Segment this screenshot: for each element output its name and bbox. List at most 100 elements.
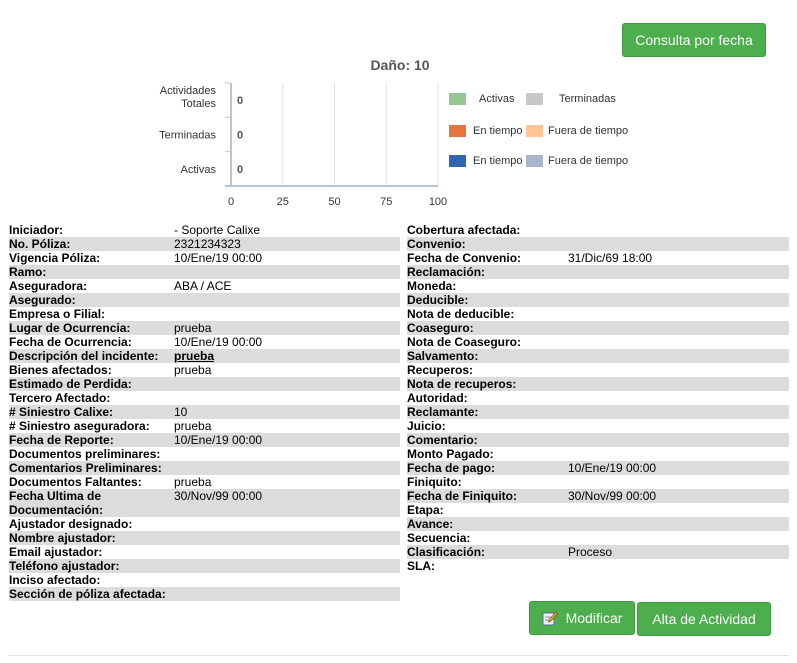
detail-row: Tercero Afectado: [9,391,400,405]
legend-item: Terminadas [526,93,616,105]
field-value: Proceso [568,545,613,559]
detail-row: Clasificación: Proceso [407,545,789,559]
consulta-por-fecha-button[interactable]: Consulta por fecha [622,23,766,57]
field-label: Coaseguro: [407,321,474,335]
detail-row: Iniciador: - Soporte Calixe [9,223,400,237]
field-label: No. Póliza: [9,237,71,251]
field-value: 30/Nov/99 00:00 [568,489,657,503]
field-label: Autoridad: [407,391,468,405]
detail-row: Nota de Coaseguro: [407,335,789,349]
detail-row: Fecha Ultima de Documentación: 30/Nov/99 … [9,489,400,517]
detail-row: Moneda: [407,279,789,293]
field-label: # Siniestro aseguradora: [9,419,150,433]
detail-row: Deducible: [407,293,789,307]
detail-row: Reclamante: [407,405,789,419]
detail-row: Comentario: [407,433,789,447]
field-label: Deducible: [407,293,469,307]
legend-label: Fuera de tiempo [548,155,629,167]
x-tick-label: 25 [277,196,289,208]
field-label: Avance: [407,517,454,531]
chart-title: Daño: 10 [370,57,430,73]
legend-label: En tiempo [473,155,523,167]
detail-row: Etapa: [407,503,789,517]
field-label: Email ajustador: [9,545,103,559]
field-label: Aseguradora: [9,279,88,293]
detail-row: Empresa o Filial: [9,307,400,321]
edit-icon [542,611,558,626]
legend-swatch [526,155,543,167]
detail-row: Teléfono ajustador: [9,559,400,573]
category-label: Actividades [160,85,217,97]
legend-item: En tiempo [449,125,523,137]
field-label: Bienes afectados: [9,363,112,377]
field-label: Juicio: [407,419,446,433]
field-label: Nombre ajustador: [9,531,116,545]
field-label: Finiquito: [407,475,462,489]
detail-row: Convenio: [407,237,789,251]
field-label: Estimado de Perdida: [9,377,132,391]
field-label: Fecha de Finiquito: [407,489,517,503]
detail-row: Cobertura afectada: [407,223,789,237]
x-tick-label: 75 [380,196,392,208]
data-label: 0 [237,164,243,176]
modificar-button[interactable]: Modificar [529,601,635,635]
field-label: Ajustador designado: [9,517,133,531]
legend-item: Activas [449,93,514,105]
field-label: Monto Pagado: [407,447,494,461]
field-label: Etapa: [407,503,444,517]
data-label: 0 [237,95,243,107]
detail-row: Comentarios Preliminares: [9,461,400,475]
detail-row: Lugar de Ocurrencia: prueba [9,321,400,335]
field-value: prueba [174,475,212,489]
legend-swatch [449,125,466,137]
detail-row: Sección de póliza afectada: [9,587,400,601]
legend-item: En tiempo [449,155,523,167]
detail-row: Email ajustador: [9,545,400,559]
field-label: Documentos preliminares: [9,447,161,461]
detail-row: Documentos preliminares: [9,447,400,461]
field-label: Fecha de Reporte: [9,433,114,447]
detail-row: Fecha de Reporte: 10/Ene/19 00:00 [9,433,400,447]
detail-row: Documentos Faltantes: prueba [9,475,400,489]
detail-row: Fecha de pago: 10/Ene/19 00:00 [407,461,789,475]
detail-row: Juicio: [407,419,789,433]
field-label: Asegurado: [9,293,76,307]
detail-row: # Siniestro aseguradora: prueba [9,419,400,433]
field-label: Recuperos: [407,363,474,377]
category-label: Totales [181,98,216,110]
field-value: - Soporte Calixe [174,223,261,237]
detail-row: Nota de deducible: [407,307,789,321]
field-value: 10 [174,405,188,419]
detail-row: Reclamación: [407,265,789,279]
legend-swatch [526,125,543,137]
field-value: 10/Ene/19 00:00 [174,335,263,349]
legend-label: Terminadas [559,93,616,105]
field-value: 2321234323 [174,237,241,251]
activity-chart: 0 25 50 75 100 ActividadesTotales 0 Terminadas 0… [159,82,447,208]
legend-item: Fuera de tiempo [526,125,628,137]
alta-de-actividad-button[interactable]: Alta de Actividad [637,602,771,636]
detail-row: Avance: [407,517,789,531]
field-label: Cobertura afectada: [407,223,521,237]
modificar-label: Modificar [565,610,623,626]
field-label: # Siniestro Calixe: [9,405,114,419]
field-value-link[interactable]: prueba [174,349,214,363]
detail-row: Salvamento: [407,349,789,363]
detail-row: Recuperos: [407,363,789,377]
field-label: Comentarios Preliminares: [9,461,162,475]
detail-row: Aseguradora: ABA / ACE [9,279,400,293]
detail-row: SLA: [407,559,789,573]
detail-row: Finiquito: [407,475,789,489]
field-value: prueba [174,419,212,433]
field-value: 10/Ene/19 00:00 [174,251,263,265]
divider [9,655,789,656]
claim-details-right: Cobertura afectada: Convenio: Fecha de Con… [407,223,789,573]
field-label: Convenio: [407,237,466,251]
x-tick-label: 100 [429,196,447,208]
field-label: Teléfono ajustador: [9,559,120,573]
field-label: Nota de recuperos: [407,377,517,391]
field-label: Reclamación: [407,265,486,279]
legend-swatch [526,93,543,105]
field-value: ABA / ACE [174,279,232,293]
field-value: 10/Ene/19 00:00 [568,461,657,475]
